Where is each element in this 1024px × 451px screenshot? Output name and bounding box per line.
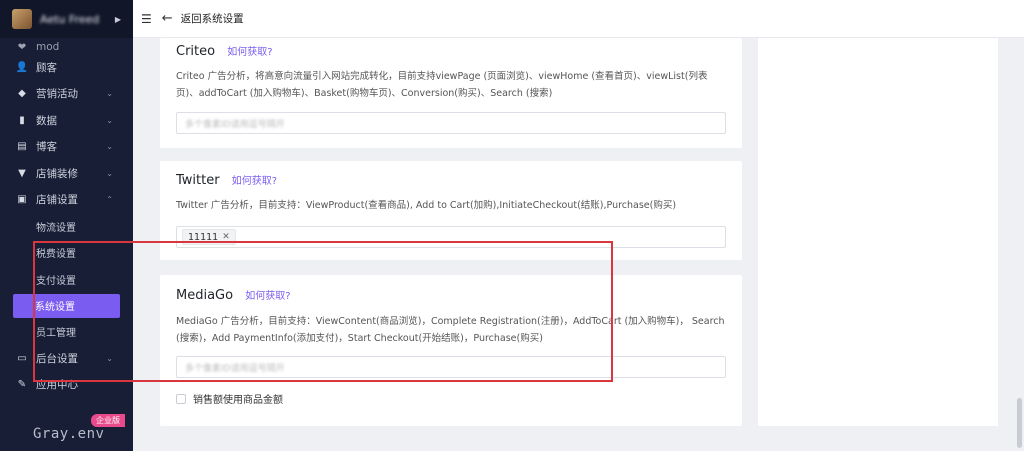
criteo-title: Criteo [176, 44, 216, 59]
sidebar-item-label: 店铺设置 [36, 194, 78, 207]
back-link[interactable]: 返回系统设置 [181, 11, 244, 26]
wrench-icon: ✎ [17, 379, 27, 391]
store-avatar [12, 9, 32, 29]
sidebar-item-label: 营销活动 [36, 88, 78, 101]
document-icon: ▤ [17, 141, 27, 153]
bar-chart-icon: ▮ [19, 114, 25, 126]
user-icon: 👤 [15, 61, 29, 73]
scrollbar-thumb[interactable] [1017, 398, 1022, 448]
input-placeholder: 多个像素ID请用逗号隔开 [185, 119, 285, 130]
back-arrow-icon[interactable]: ← [162, 11, 173, 26]
sidebar-item-marketing[interactable]: ◆ 营销活动 ⌄ [0, 81, 133, 108]
sidebar-item-label: 顾客 [36, 61, 57, 74]
sidebar-item-data[interactable]: ▮ 数据 ⌄ [0, 107, 133, 134]
store-name: Aetu Freed [40, 13, 100, 25]
criteo-pixel-input[interactable]: 多个像素ID请用逗号隔开 [176, 112, 726, 134]
sidebar-item-customers[interactable]: 👤 顾客 [0, 54, 133, 81]
tag-icon: ◆ [18, 88, 26, 100]
checkbox-label: 销售额使用商品金额 [193, 395, 283, 406]
heart-icon: ❤ [17, 41, 27, 53]
sidebar-item-partial[interactable]: ❤ mod [0, 40, 133, 54]
paint-roller-icon: ▼ [18, 167, 26, 179]
sales-amount-option[interactable]: 销售额使用商品金额 [176, 391, 283, 406]
sidebar: Aetu Freed ▶ ❤ mod 👤 顾客 ◆ 营销活动 ⌄ ▮ 数据 ⌄ … [0, 0, 133, 451]
sidebar-item-store-settings[interactable]: ▣ 店铺设置 ⌃ [0, 187, 133, 214]
sidebar-item-blog[interactable]: ▤ 博客 ⌄ [0, 134, 133, 161]
card-title: Criteo 如何获取? [176, 43, 273, 59]
criteo-description: Criteo 广告分析，将高意向流量引入网站完成转化，目前支持viewPage … [176, 71, 708, 99]
watermark-logo: Gray.env [33, 426, 105, 442]
hamburger-menu-icon[interactable]: ☰ [141, 12, 152, 26]
sidebar-subitem-shipping[interactable]: 物流设置 [0, 213, 133, 240]
twitter-title: Twitter [176, 173, 220, 188]
sidebar-item-label: 店铺装修 [36, 167, 78, 180]
criteo-how-link[interactable]: 如何获取? [227, 47, 272, 58]
chevron-down-icon: ⌄ [106, 168, 113, 178]
sidebar-subitem-label: 物流设置 [36, 222, 76, 234]
caret-right-icon: ▶ [114, 14, 121, 24]
top-bar: ☰ ← 返回系统设置 [133, 0, 1024, 38]
card-title: Twitter 如何获取? [176, 172, 277, 188]
store-switcher[interactable]: Aetu Freed ▶ [0, 0, 133, 38]
chevron-down-icon: ⌄ [106, 89, 113, 99]
sidebar-item-label: mod [36, 41, 60, 53]
chevron-down-icon: ⌄ [106, 115, 113, 125]
monitor-icon: ▭ [17, 352, 27, 364]
twitter-description: Twitter 广告分析，目前支持：ViewProduct(查看商品), Add… [176, 200, 677, 211]
twitter-how-link[interactable]: 如何获取? [232, 176, 277, 187]
chevron-down-icon: ⌄ [106, 142, 113, 152]
store-settings-icon: ▣ [17, 194, 27, 206]
highlight-box [33, 241, 613, 382]
sales-amount-checkbox[interactable] [176, 393, 186, 404]
right-panel [758, 38, 998, 426]
chevron-up-icon: ⌃ [106, 195, 113, 205]
criteo-card: Criteo 如何获取? Criteo 广告分析，将高意向流量引入网站完成转化，… [160, 38, 742, 148]
sidebar-item-label: 数据 [36, 114, 57, 127]
sidebar-item-decoration[interactable]: ▼ 店铺装修 ⌄ [0, 160, 133, 187]
sidebar-item-label: 博客 [36, 141, 57, 154]
